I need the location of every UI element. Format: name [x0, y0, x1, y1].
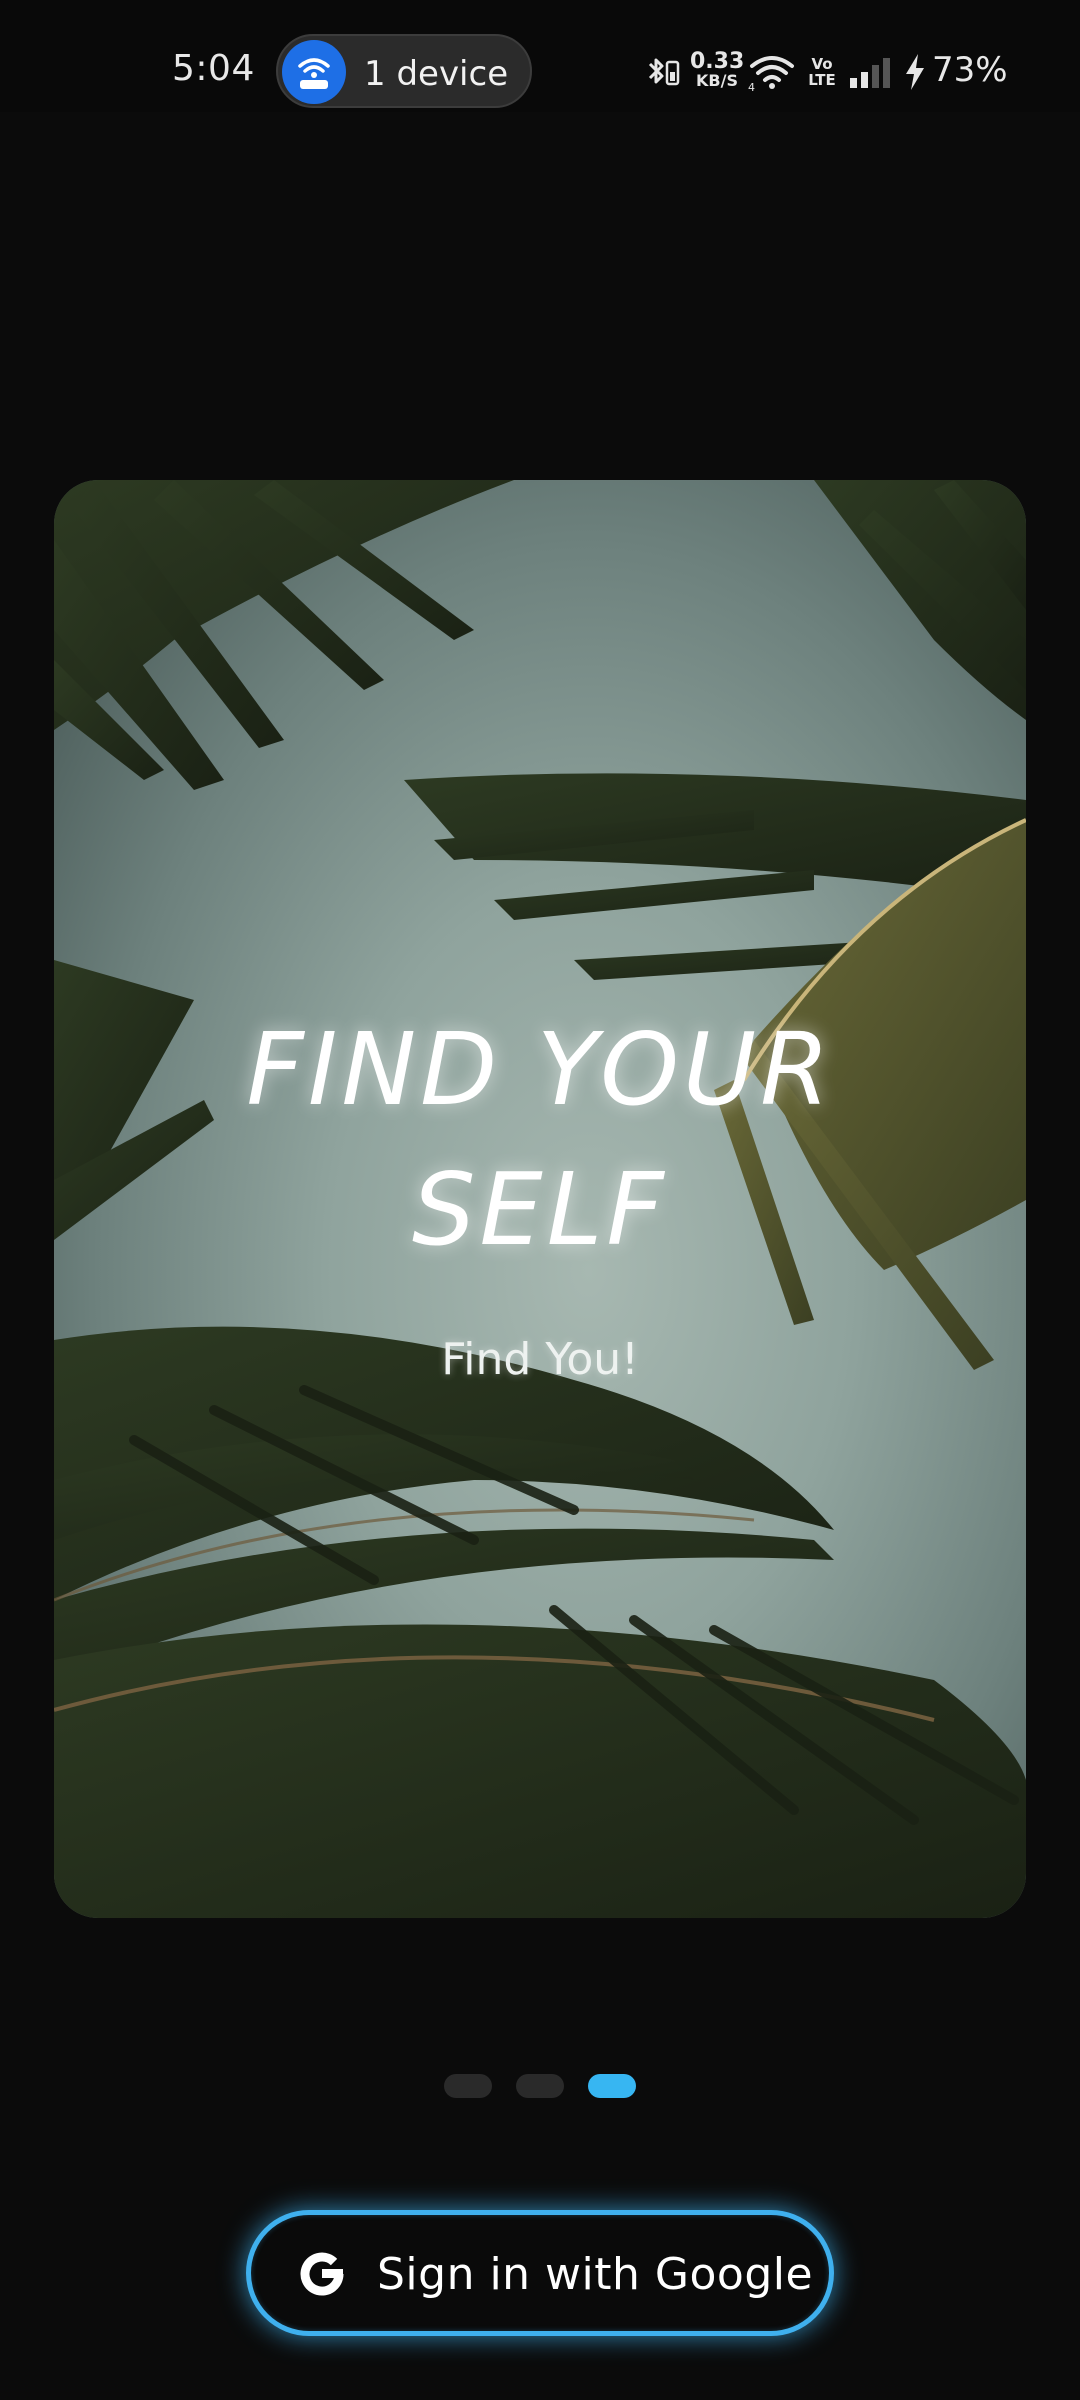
- battery-percent: 73%: [932, 50, 1008, 90]
- network-speed-unit: KB/S: [696, 71, 738, 90]
- hotspot-chip[interactable]: 1 device: [276, 34, 532, 108]
- onboarding-card: FIND YOUR SELF Find You!: [54, 480, 1026, 1918]
- volte-indicator: Vo LTE: [808, 55, 836, 89]
- charging-icon: [906, 54, 924, 90]
- hotspot-icon: [282, 40, 346, 104]
- page-indicator: [0, 2074, 1080, 2100]
- bluetooth-battery-icon: [648, 58, 680, 86]
- google-icon: [300, 2252, 344, 2296]
- hotspot-label: 1 device: [364, 54, 509, 94]
- status-time: 5:04: [172, 48, 255, 89]
- page-dot-2[interactable]: [516, 2074, 564, 2098]
- headline-line-1: FIND YOUR: [246, 1011, 834, 1128]
- status-bar: 5:04 1 device 0.33 KB/S 4 Vo LTE 73%: [0, 0, 1080, 112]
- onboarding-headline: FIND YOUR SELF: [54, 1000, 1026, 1280]
- page-dot-1[interactable]: [444, 2074, 492, 2098]
- svg-text:4: 4: [748, 81, 755, 92]
- google-sign-in-button[interactable]: Sign in with Google: [246, 2210, 834, 2336]
- page-dot-3-active[interactable]: [588, 2074, 636, 2098]
- signal-icon: [850, 58, 890, 88]
- google-sign-in-label: Sign in with Google: [377, 2249, 814, 2300]
- onboarding-screen: 5:04 1 device 0.33 KB/S 4 Vo LTE 73% FIN…: [0, 0, 1080, 2400]
- headline-line-2: SELF: [412, 1151, 668, 1268]
- network-speed: 0.33 KB/S: [690, 51, 744, 91]
- onboarding-subtitle: Find You!: [441, 1334, 639, 1385]
- wifi-icon: 4: [748, 56, 794, 92]
